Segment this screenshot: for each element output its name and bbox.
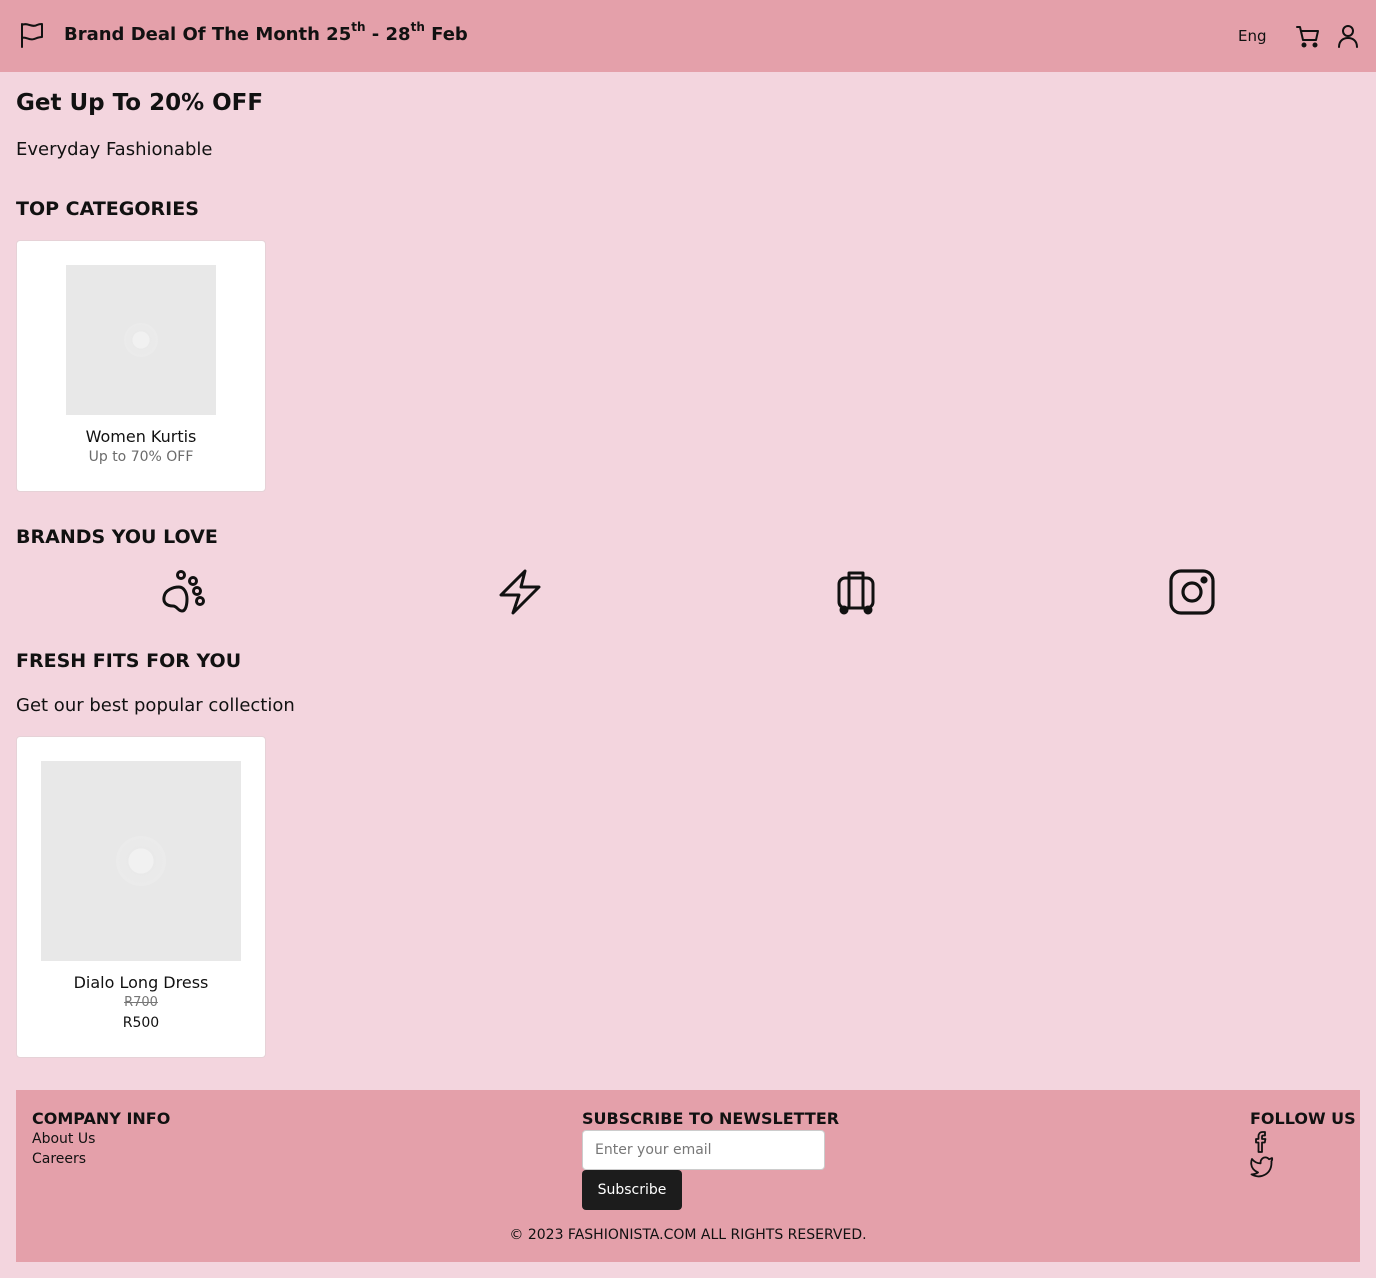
language-selector[interactable]: Eng: [1238, 27, 1267, 45]
newsletter-title: SUBSCRIBE TO NEWSLETTER: [582, 1109, 840, 1128]
product-name: Dialo Long Dress: [73, 973, 209, 992]
promo-text-start: Brand Deal Of The Month 25: [64, 24, 352, 45]
hero-subtitle: Everyday Fashionable: [16, 139, 213, 160]
category-offer: Up to 70% OFF: [88, 449, 194, 465]
subscribe-button[interactable]: Subscribe: [582, 1170, 682, 1210]
fresh-fits-title: FRESH FITS FOR YOU: [16, 650, 242, 672]
image-placeholder-icon: [116, 836, 166, 886]
brands-title: BRANDS YOU LOVE: [16, 526, 218, 548]
copyright-text: © 2023 FASHIONISTA.COM ALL RIGHTS RESERV…: [509, 1227, 867, 1243]
promo-superscript-end: th: [410, 20, 425, 34]
fresh-fits-subtitle: Get our best popular collection: [16, 695, 295, 716]
instagram-icon[interactable]: [1169, 569, 1215, 615]
category-image: [66, 265, 216, 415]
company-info-title: COMPANY INFO: [32, 1109, 171, 1128]
paw-icon[interactable]: [161, 569, 207, 615]
hero-title: Get Up To 20% OFF: [16, 90, 264, 116]
flag-icon[interactable]: [18, 21, 46, 49]
category-name: Women Kurtis: [85, 427, 197, 446]
about-us-link[interactable]: About Us: [32, 1131, 95, 1147]
cart-icon[interactable]: [1295, 23, 1321, 49]
email-field[interactable]: [582, 1130, 825, 1170]
category-card[interactable]: Women Kurtis Up to 70% OFF: [16, 240, 266, 492]
follow-us-title: FOLLOW US: [1250, 1109, 1356, 1128]
careers-link[interactable]: Careers: [32, 1151, 86, 1167]
footer: COMPANY INFO About Us Careers SUBSCRIBE …: [16, 1090, 1360, 1262]
twitter-icon[interactable]: [1250, 1154, 1274, 1178]
product-old-price: R700: [124, 995, 158, 1010]
facebook-icon[interactable]: [1250, 1130, 1274, 1154]
promo-text-mid: - 28: [365, 24, 411, 45]
user-icon[interactable]: [1336, 23, 1360, 49]
top-bar: Brand Deal Of The Month 25th - 28th Feb …: [0, 0, 1376, 72]
product-image: [41, 761, 241, 961]
promo-banner: Brand Deal Of The Month 25th - 28th Feb: [64, 20, 468, 45]
promo-text-end: Feb: [424, 24, 468, 45]
bolt-icon[interactable]: [497, 569, 543, 615]
luggage-icon[interactable]: [833, 569, 879, 615]
promo-superscript-start: th: [351, 20, 366, 34]
product-card[interactable]: Dialo Long Dress R700 R500: [16, 736, 266, 1058]
top-categories-title: TOP CATEGORIES: [16, 198, 199, 220]
product-price: R500: [122, 1015, 160, 1031]
image-placeholder-icon: [124, 323, 158, 357]
